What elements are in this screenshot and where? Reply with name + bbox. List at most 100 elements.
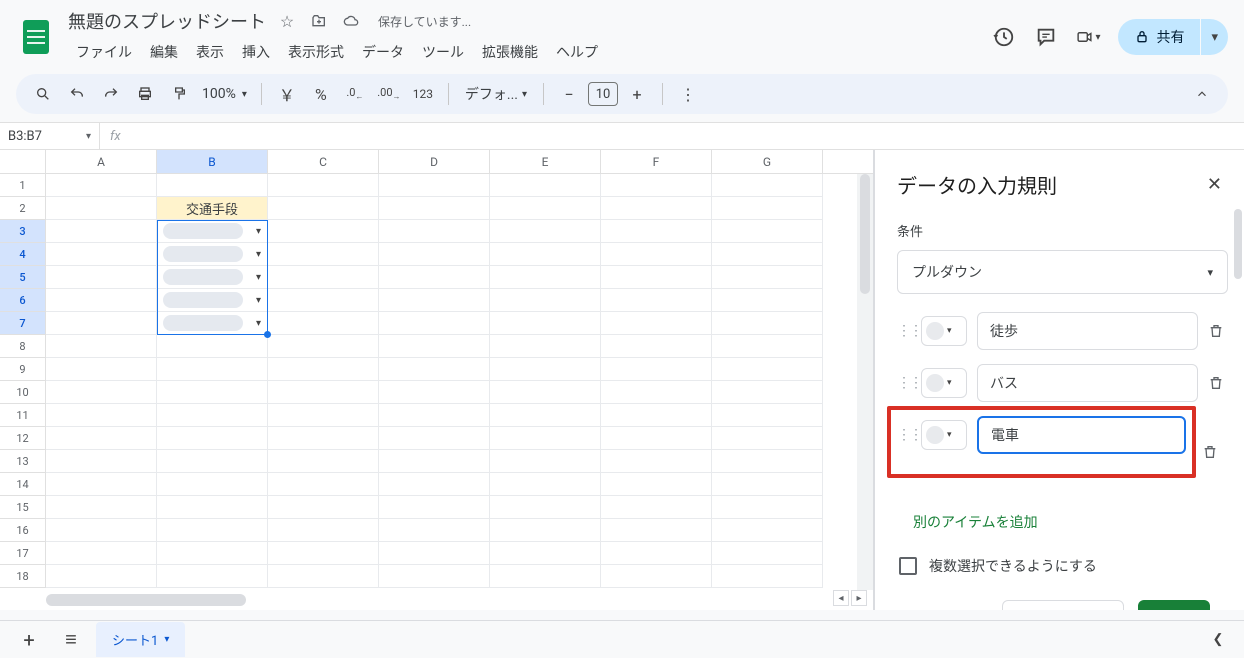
cell[interactable] [157,450,268,473]
cell[interactable] [490,289,601,312]
name-box[interactable]: B3:B7 ▾ [0,123,100,149]
cell[interactable] [712,565,823,588]
cell[interactable] [712,266,823,289]
cell[interactable] [268,404,379,427]
history-icon[interactable] [992,25,1016,49]
nav-right-icon[interactable]: ▸ [851,590,867,606]
cell[interactable] [490,450,601,473]
cell[interactable]: ▾ [157,220,268,243]
cell[interactable] [712,473,823,496]
cell[interactable] [46,312,157,335]
criteria-select[interactable]: プルダウン ▾ [897,250,1228,294]
cell[interactable] [268,381,379,404]
row-header-9[interactable]: 9 [0,358,46,381]
cell[interactable] [379,404,490,427]
cell[interactable] [268,565,379,588]
percent-icon[interactable]: % [306,79,336,109]
drag-handle-icon[interactable]: ⋮⋮ [897,323,911,339]
cell[interactable] [601,335,712,358]
zoom-select[interactable]: 100%▾ [198,86,251,102]
cell[interactable] [157,381,268,404]
cell[interactable] [601,473,712,496]
cell[interactable] [712,174,823,197]
undo-icon[interactable] [62,79,92,109]
cell[interactable] [490,312,601,335]
row-header-1[interactable]: 1 [0,174,46,197]
row-header-18[interactable]: 18 [0,565,46,588]
cell[interactable] [601,174,712,197]
more-icon[interactable]: ⋮ [673,79,703,109]
cell[interactable] [157,496,268,519]
cell[interactable] [490,519,601,542]
cell[interactable] [46,381,157,404]
cell[interactable] [268,496,379,519]
cell[interactable] [46,404,157,427]
col-header-F[interactable]: F [601,150,712,173]
option-color-chip[interactable]: ▾ [921,316,967,346]
panel-scrollbar[interactable] [1234,209,1242,279]
cell[interactable] [379,312,490,335]
menu-data[interactable]: データ [354,38,412,66]
meet-icon[interactable]: ▾ [1076,25,1100,49]
cell[interactable] [379,243,490,266]
cell[interactable] [46,335,157,358]
col-header-C[interactable]: C [268,150,379,173]
cell[interactable]: ▾ [157,289,268,312]
cell[interactable] [46,289,157,312]
cell[interactable] [379,289,490,312]
print-icon[interactable] [130,79,160,109]
option-value-input[interactable] [977,416,1186,454]
col-header-E[interactable]: E [490,150,601,173]
row-header-17[interactable]: 17 [0,542,46,565]
cell[interactable] [268,519,379,542]
cell[interactable]: ▾ [157,312,268,335]
cell[interactable] [268,473,379,496]
option-value-input[interactable] [977,364,1198,402]
move-icon[interactable] [310,12,328,30]
cell[interactable] [379,473,490,496]
font-size-minus[interactable]: − [554,79,584,109]
star-icon[interactable]: ☆ [278,12,296,30]
comment-icon[interactable] [1034,25,1058,49]
cell[interactable] [490,496,601,519]
cloud-status-icon[interactable] [342,12,360,30]
cell[interactable] [490,381,601,404]
add-sheet-icon[interactable]: + [12,625,46,655]
cell[interactable] [601,404,712,427]
drag-handle-icon[interactable]: ⋮⋮ [897,427,911,443]
cell[interactable] [46,473,157,496]
cell[interactable] [46,220,157,243]
menu-insert[interactable]: 挿入 [234,38,278,66]
cell[interactable] [712,404,823,427]
cell[interactable] [490,335,601,358]
cell[interactable] [46,266,157,289]
cell[interactable] [46,243,157,266]
col-header-D[interactable]: D [379,150,490,173]
expand-sidebar-icon[interactable]: ❮ [1204,626,1232,654]
cell[interactable] [379,335,490,358]
close-icon[interactable]: ✕ [1207,174,1222,195]
row-header-7[interactable]: 7 [0,312,46,335]
add-item-link[interactable]: 別のアイテムを追加 [897,502,1054,542]
cell[interactable] [46,542,157,565]
select-all-corner[interactable] [0,150,46,173]
done-button[interactable]: 完了 [1138,600,1210,610]
cell[interactable] [712,450,823,473]
font-select[interactable]: デフォ...▾ [459,84,533,104]
cell[interactable] [46,565,157,588]
cell[interactable] [46,358,157,381]
cell[interactable] [268,312,379,335]
cell[interactable] [601,542,712,565]
row-header-13[interactable]: 13 [0,450,46,473]
cell[interactable] [379,496,490,519]
cell[interactable] [490,220,601,243]
cell[interactable] [712,519,823,542]
cell[interactable] [157,473,268,496]
cell[interactable] [490,243,601,266]
cell[interactable] [157,335,268,358]
col-header-A[interactable]: A [46,150,157,173]
multi-select-row[interactable]: 複数選択できるようにする [899,556,1228,576]
decrease-decimal-icon[interactable]: .0← [340,79,370,109]
cell[interactable] [712,335,823,358]
col-header-B[interactable]: B [157,150,268,173]
